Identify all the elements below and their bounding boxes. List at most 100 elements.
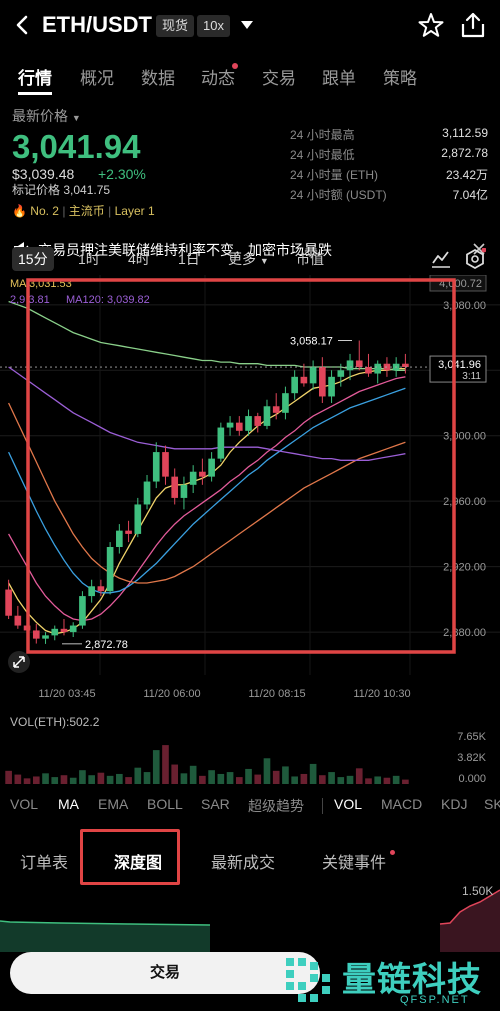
candle (337, 370, 345, 377)
stat-value: 2,872.78 (441, 146, 488, 160)
category-layer1[interactable]: Layer 1 (115, 204, 155, 218)
candle (116, 530, 123, 547)
ind-kdj[interactable]: KDJ (441, 796, 467, 812)
volume-bar (402, 779, 409, 784)
candle (199, 471, 206, 477)
candle (291, 376, 298, 394)
interval-4h[interactable]: 4时 (128, 247, 150, 271)
main-tabs: 行情 概况 数据 动态 交易 跟单 策略 (0, 56, 500, 96)
tab-strategy[interactable]: 策略 (383, 64, 417, 89)
tab-key-events[interactable]: 关键事件 (322, 849, 386, 873)
category-mainstream[interactable]: 主流币 (69, 204, 105, 218)
volume-bar (32, 776, 40, 784)
volume-tick-label: 0.000 (458, 773, 486, 785)
last-price: 3,041.94 (12, 128, 141, 165)
ind-sk[interactable]: SK (484, 796, 500, 812)
volume-bar (51, 777, 59, 784)
candle (245, 416, 252, 431)
interval-1h[interactable]: 1时 (78, 247, 100, 271)
volume-bar (79, 770, 86, 784)
volume-bar (328, 772, 335, 784)
tab-overview[interactable]: 概况 (80, 64, 114, 89)
volume-bar (235, 777, 243, 784)
tab-data[interactable]: 数据 (141, 64, 175, 89)
y-tick-label: 2,960.00 (443, 496, 486, 508)
ind-sar[interactable]: SAR (201, 796, 230, 812)
candle (282, 393, 289, 413)
mark-price: 标记价格 3,041.75 (12, 183, 111, 197)
volume-bar (300, 773, 308, 784)
ind-ma[interactable]: MA (58, 796, 79, 812)
volume-bar (152, 750, 160, 784)
interval-more[interactable]: 更多 ▼ (228, 247, 269, 271)
tab-copy[interactable]: 跟单 (322, 64, 356, 89)
volume-bar (337, 777, 345, 784)
volume-bar (97, 772, 105, 784)
volume-bar (171, 764, 179, 784)
volume-bar (272, 770, 280, 784)
x-tick-label: 11/20 08:15 (248, 688, 305, 700)
volume-tick-label: 3.82K (457, 752, 486, 764)
volume-bar (383, 777, 391, 784)
tab-orderbook[interactable]: 订单表 (20, 849, 68, 873)
rank-badge[interactable]: No. 2 (30, 204, 59, 218)
depth-chart (0, 889, 500, 952)
candle (152, 452, 160, 482)
caret-down-icon[interactable] (240, 20, 254, 30)
volume-bar (319, 775, 326, 784)
ind-boll[interactable]: BOLL (147, 796, 183, 812)
share-icon[interactable] (460, 11, 486, 39)
candle (217, 427, 225, 459)
ind-macd[interactable]: MACD (381, 796, 422, 812)
stat-row: 24 小时额 (USDT) 7.04亿 (290, 186, 488, 206)
tab-latest-trades[interactable]: 最新成交 (211, 849, 275, 873)
candle (51, 628, 59, 636)
tab-market[interactable]: 行情 (18, 64, 52, 89)
candle (272, 406, 280, 413)
volume-bar (217, 773, 225, 784)
candle (171, 476, 179, 498)
volume-bar (226, 772, 234, 784)
tab-feed[interactable]: 动态 (201, 64, 235, 89)
stat-value: 7.04亿 (452, 188, 488, 202)
indicator-chart-icon[interactable] (430, 249, 452, 269)
ind-supertrend[interactable]: 超级趋势 (248, 796, 304, 816)
candlestick-chart[interactable]: 3,080.003,040.003,000.002,960.002,920.00… (0, 275, 500, 710)
expand-icon[interactable] (8, 651, 30, 673)
candle (189, 471, 197, 485)
ma-line (8, 376, 406, 622)
tab-trade[interactable]: 交易 (262, 64, 296, 89)
candle (32, 630, 40, 639)
trade-button[interactable]: 交易 (10, 952, 320, 994)
current-price-value: 3,041.96 (438, 359, 481, 371)
interval-15m[interactable]: 15分 (12, 247, 54, 271)
settings-hex-icon[interactable] (464, 248, 486, 270)
volume-bar (125, 777, 132, 784)
candle (180, 484, 188, 498)
candle (319, 367, 326, 397)
volume-chart: 7.65K 3.82K 0.000 (5, 731, 487, 785)
candle (226, 422, 234, 428)
candle (134, 504, 142, 534)
ind-ema[interactable]: EMA (98, 796, 128, 812)
volume-bar (42, 773, 49, 784)
interval-1d[interactable]: 1日 (178, 247, 200, 271)
candle (88, 586, 95, 597)
volume-bar (291, 776, 298, 784)
caret-small-icon: ▼ (71, 113, 81, 123)
price-change: +2.30% (98, 166, 146, 182)
star-icon[interactable] (418, 12, 444, 38)
pair-title[interactable]: ETH/USDT (42, 12, 152, 38)
volume-bar (254, 774, 262, 784)
x-tick-label: 11/20 03:45 (38, 688, 95, 700)
candle (309, 367, 317, 384)
price-label[interactable]: 最新价格 ▼ (12, 106, 262, 126)
candle (79, 596, 86, 626)
volume-bar (14, 774, 22, 784)
ind-sub-vol[interactable]: VOL (334, 796, 362, 812)
back-icon[interactable] (12, 12, 34, 38)
volume-bar (116, 773, 123, 784)
ind-vol[interactable]: VOL (10, 796, 38, 812)
interval-marketcap[interactable]: 市值 (296, 247, 324, 271)
volume-bar (245, 768, 252, 784)
